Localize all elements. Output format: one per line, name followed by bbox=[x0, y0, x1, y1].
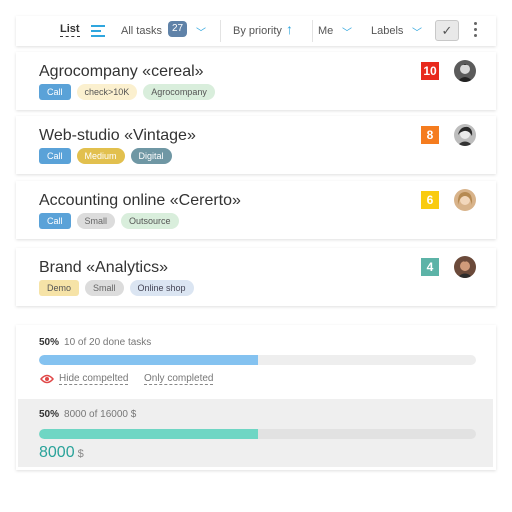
tag[interactable]: Demo bbox=[39, 280, 80, 296]
tag-call[interactable]: Call bbox=[39, 213, 71, 229]
avatar[interactable] bbox=[454, 124, 476, 146]
tasks-percent: 50% bbox=[39, 337, 60, 348]
task-count-badge: 27 bbox=[168, 21, 188, 37]
hide-completed-label[interactable]: Hide compelted bbox=[59, 373, 129, 385]
toolbar: List All tasks 27 ﹀ By priority ↑ Me ﹀ L… bbox=[16, 16, 496, 46]
budget-progress-bar bbox=[39, 429, 476, 439]
tag[interactable]: Agrocompany bbox=[143, 84, 215, 100]
task-card[interactable]: Web-studio «Vintage» Call Medium Digital… bbox=[16, 116, 496, 174]
more-options-icon[interactable] bbox=[474, 22, 478, 40]
task-title[interactable]: Agrocompany «cereal» bbox=[39, 63, 204, 81]
budget-progress-text: 8000 of 16000 $ bbox=[64, 409, 137, 420]
list-icon[interactable] bbox=[91, 25, 105, 37]
tag-call[interactable]: Call bbox=[39, 148, 71, 164]
tasks-progress-fill bbox=[39, 355, 258, 365]
chevron-down-icon[interactable]: ﹀ bbox=[342, 24, 352, 39]
avatar[interactable] bbox=[454, 189, 476, 211]
tag[interactable]: Online shop bbox=[129, 280, 194, 296]
sort-by-priority[interactable]: By priority bbox=[233, 25, 282, 37]
task-title[interactable]: Brand «Analytics» bbox=[39, 259, 168, 277]
priority-badge: 4 bbox=[421, 258, 439, 276]
labels-filter[interactable]: Labels bbox=[371, 25, 403, 37]
tasks-progress-label: 50% 10 of 20 done tasks bbox=[39, 337, 151, 348]
budget-currency: $ bbox=[77, 448, 84, 460]
priority-badge: 10 bbox=[421, 62, 439, 80]
tag-call[interactable]: Call bbox=[39, 84, 71, 100]
assignee-filter[interactable]: Me bbox=[318, 25, 333, 37]
task-tags: Call Small Outsource bbox=[39, 213, 179, 229]
avatar[interactable] bbox=[454, 60, 476, 82]
list-view-toggle[interactable]: List bbox=[60, 24, 80, 37]
task-title[interactable]: Accounting online «Cererto» bbox=[39, 192, 241, 210]
divider bbox=[312, 20, 313, 42]
tag[interactable]: Small bbox=[76, 213, 116, 229]
tag[interactable]: check>10K bbox=[76, 84, 138, 100]
only-completed-link[interactable]: Only completed bbox=[144, 373, 214, 385]
task-title[interactable]: Web-studio «Vintage» bbox=[39, 127, 196, 145]
tasks-progress-bar bbox=[39, 355, 476, 365]
tasks-progress-text: 10 of 20 done tasks bbox=[64, 337, 152, 348]
tag[interactable]: Small bbox=[85, 280, 124, 296]
hide-completed-toggle[interactable]: Hide compelted bbox=[40, 373, 129, 385]
tag[interactable]: Digital bbox=[130, 148, 172, 164]
avatar[interactable] bbox=[454, 256, 476, 278]
budget-summary: 50% 8000 of 16000 $ 8000 $ bbox=[18, 399, 493, 467]
task-card[interactable]: Accounting online «Cererto» Call Small O… bbox=[16, 181, 496, 239]
chevron-down-icon[interactable]: ﹀ bbox=[412, 24, 422, 39]
budget-progress-label: 50% 8000 of 16000 $ bbox=[39, 409, 136, 420]
task-tags: Call check>10K Agrocompany bbox=[39, 84, 215, 100]
show-completed-checkbox[interactable]: ✓ bbox=[435, 20, 459, 41]
tag[interactable]: Medium bbox=[76, 148, 125, 164]
all-tasks-filter[interactable]: All tasks bbox=[121, 25, 162, 37]
budget-progress-fill bbox=[39, 429, 258, 439]
eye-icon bbox=[40, 374, 54, 384]
priority-badge: 8 bbox=[421, 126, 439, 144]
tag[interactable]: Outsource bbox=[121, 213, 179, 229]
budget-amount: 8000 bbox=[39, 444, 75, 461]
chevron-down-icon[interactable]: ﹀ bbox=[196, 24, 206, 39]
divider bbox=[220, 20, 221, 42]
task-card[interactable]: Brand «Analytics» Demo Small Online shop… bbox=[16, 248, 496, 306]
task-tags: Call Medium Digital bbox=[39, 148, 172, 164]
sort-arrow-up-icon[interactable]: ↑ bbox=[286, 21, 293, 37]
budget-percent: 50% bbox=[39, 409, 60, 420]
priority-badge: 6 bbox=[421, 191, 439, 209]
task-tags: Demo Small Online shop bbox=[39, 280, 194, 296]
budget-value: 8000 $ bbox=[39, 444, 84, 462]
progress-summary: 50% 10 of 20 done tasks Hide compelted On… bbox=[16, 325, 496, 470]
task-card[interactable]: Agrocompany «cereal» Call check>10K Agro… bbox=[16, 52, 496, 110]
